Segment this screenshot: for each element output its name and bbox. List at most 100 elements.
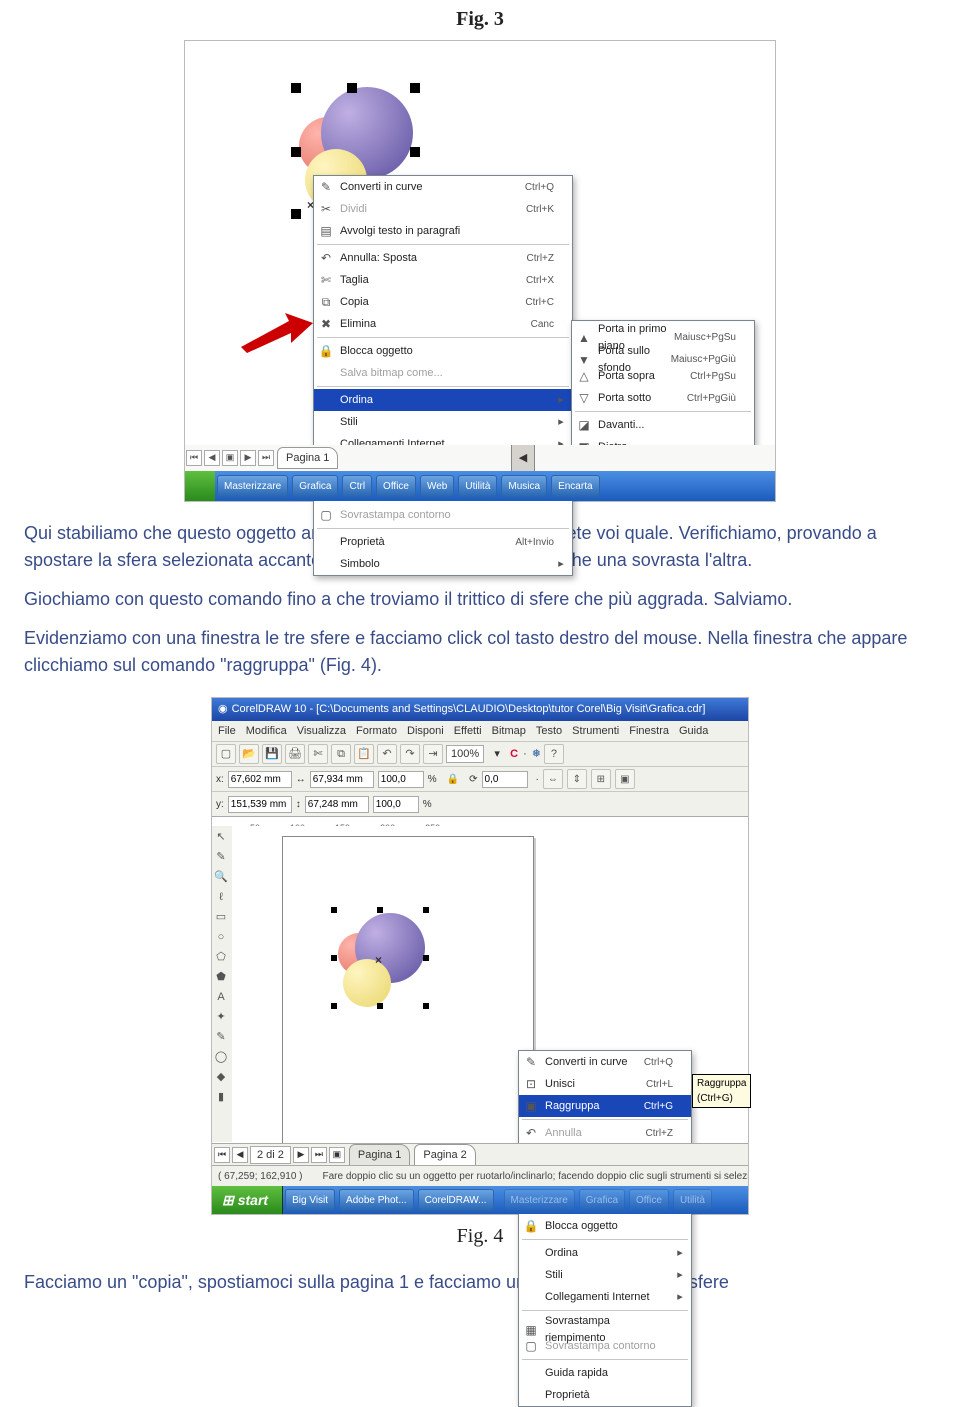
selection-handle[interactable] — [423, 955, 429, 961]
polygon-tool[interactable]: ⬠ — [212, 948, 230, 966]
start-button[interactable]: ⊞start — [212, 1186, 283, 1214]
menu-item[interactable]: △Porta sopraCtrl+PgSu — [572, 365, 754, 387]
menu-item[interactable]: ▦Sovrastampa riempimento — [519, 1313, 691, 1335]
page-tab-1[interactable]: Pagina 1 — [349, 1144, 410, 1166]
menu-item[interactable]: ↶Annulla: SpostaCtrl+Z — [314, 247, 572, 269]
taskbar-item[interactable]: Masterizzare — [504, 1189, 575, 1211]
basicshapes-tool[interactable]: ⬟ — [212, 968, 230, 986]
fill-tool[interactable]: ◆ — [212, 1068, 230, 1086]
menu-guida[interactable]: Guida — [679, 723, 708, 740]
menu-item[interactable]: Guida rapida — [519, 1362, 691, 1384]
hscroll-left[interactable]: ◀ — [511, 445, 535, 471]
taskbar-item[interactable]: Ctrl — [342, 475, 372, 497]
menu-item[interactable]: ▽Porta sottoCtrl+PgGiù — [572, 387, 754, 409]
blend-tool[interactable]: ✦ — [212, 1008, 230, 1026]
save-button[interactable]: 💾 — [262, 744, 282, 764]
menu-item[interactable]: ✄TagliaCtrl+X — [314, 269, 572, 291]
selection-handle[interactable] — [331, 907, 337, 913]
selection-handle[interactable] — [377, 1003, 383, 1009]
mirror-v-button[interactable]: ⇕ — [567, 769, 587, 789]
page-next-button[interactable]: ▶ — [240, 450, 256, 466]
menu-item[interactable]: ▲Porta in primo pianoMaiusc+PgSu — [572, 321, 754, 343]
undo-button[interactable]: ↶ — [377, 744, 397, 764]
menu-bitmap[interactable]: Bitmap — [492, 723, 526, 740]
taskbar-item[interactable]: Utilità — [673, 1189, 712, 1211]
taskbar-item[interactable]: Encarta — [551, 475, 599, 497]
ellipse-tool[interactable]: ○ — [212, 928, 230, 946]
page-last-button[interactable]: ⏭ — [258, 450, 274, 466]
paste-button[interactable]: 📋 — [354, 744, 374, 764]
page-first-button[interactable]: ⏮ — [186, 450, 202, 466]
menu-modifica[interactable]: Modifica — [246, 723, 287, 740]
prop-sx[interactable] — [378, 771, 424, 788]
prop-y[interactable] — [228, 796, 292, 813]
taskbar-item[interactable]: Adobe Phot... — [339, 1189, 414, 1211]
shape-tool[interactable]: ✎ — [212, 848, 230, 866]
selection-handle[interactable] — [410, 147, 420, 157]
page-add-button[interactable]: ▣ — [329, 1147, 345, 1163]
selection-handle[interactable] — [331, 1003, 337, 1009]
interactivefill-tool[interactable]: ▮ — [212, 1088, 230, 1106]
page-tab-1[interactable]: Pagina 1 — [277, 447, 338, 469]
menu-item[interactable]: ▤Avvolgi testo in paragrafi — [314, 220, 572, 242]
taskbar-item[interactable]: Musica — [501, 475, 547, 497]
menu-item[interactable]: Stili▸ — [314, 411, 572, 433]
menu-item[interactable]: ProprietàAlt+Invio — [314, 531, 572, 553]
selection-handle[interactable] — [423, 1003, 429, 1009]
page-next-button[interactable]: ▶ — [293, 1147, 309, 1163]
prop-ang[interactable] — [482, 771, 528, 788]
outline-tool[interactable]: ◯ — [212, 1048, 230, 1066]
context-menu-raggruppa[interactable]: ✎Converti in curveCtrl+Q⊡UnisciCtrl+L▣Ra… — [518, 1050, 692, 1407]
menu-item[interactable]: ⧉CopiaCtrl+C — [314, 291, 572, 313]
align-button[interactable]: ⊞ — [591, 769, 611, 789]
page-add-button[interactable]: ▣ — [222, 450, 238, 466]
eyedrop-tool[interactable]: ✎ — [212, 1028, 230, 1046]
page-first-button[interactable]: ⏮ — [214, 1147, 230, 1163]
selection-handle[interactable] — [377, 907, 383, 913]
page-prev-button[interactable]: ◀ — [204, 450, 220, 466]
menu-bar[interactable]: FileModificaVisualizzaFormatoDisponiEffe… — [212, 721, 748, 742]
taskbar-item[interactable]: Big Visit — [285, 1189, 335, 1211]
menu-formato[interactable]: Formato — [356, 723, 397, 740]
menu-item[interactable]: Simbolo▸ — [314, 553, 572, 575]
page-prev-button[interactable]: ◀ — [232, 1147, 248, 1163]
menu-item[interactable]: Collegamenti Internet▸ — [519, 1286, 691, 1308]
menu-item[interactable]: ✎Converti in curveCtrl+Q — [314, 176, 572, 198]
menu-testo[interactable]: Testo — [536, 723, 562, 740]
start-corner[interactable] — [185, 471, 215, 501]
menu-item[interactable]: ✖EliminaCanc — [314, 313, 572, 335]
toolbox[interactable]: ↖ ✎ 🔍 ℓ ▭ ○ ⬠ ⬟ A ✦ ✎ ◯ ◆ ▮ — [212, 826, 233, 1142]
selection-handle[interactable] — [347, 83, 357, 93]
selection-handle[interactable] — [291, 147, 301, 157]
prop-w[interactable] — [310, 771, 374, 788]
selection-handle[interactable] — [423, 907, 429, 913]
menu-item[interactable]: ▣RaggruppaCtrl+G — [519, 1095, 691, 1117]
mirror-h-button[interactable]: ⇔ — [543, 769, 563, 789]
page-last-button[interactable]: ⏭ — [311, 1147, 327, 1163]
prop-h[interactable] — [305, 796, 369, 813]
zoom-combo[interactable]: 100% — [446, 745, 484, 763]
rect-tool[interactable]: ▭ — [212, 908, 230, 926]
taskbar-item[interactable]: Office — [376, 475, 416, 497]
pick-tool[interactable]: ↖ — [212, 828, 230, 846]
selection-handle[interactable] — [291, 83, 301, 93]
freehand-tool[interactable]: ℓ — [212, 888, 230, 906]
group-button[interactable]: ▣ — [615, 769, 635, 789]
menu-visualizza[interactable]: Visualizza — [297, 723, 346, 740]
menu-item[interactable]: Proprietà — [519, 1384, 691, 1406]
context-menu-1[interactable]: ✎Converti in curveCtrl+Q✂DividiCtrl+K▤Av… — [313, 175, 573, 576]
taskbar-item[interactable]: Grafica — [292, 475, 338, 497]
menu-item[interactable]: 🔒Blocca oggetto — [519, 1215, 691, 1237]
zoom-tool[interactable]: 🔍 — [212, 868, 230, 886]
menu-finestra[interactable]: Finestra — [629, 723, 669, 740]
prop-sy[interactable] — [373, 796, 419, 813]
import-button[interactable]: ⇥ — [423, 744, 443, 764]
menu-item[interactable]: ✎Converti in curveCtrl+Q — [519, 1051, 691, 1073]
text-tool[interactable]: A — [212, 988, 230, 1006]
menu-item[interactable]: Ordina▸ — [314, 389, 572, 411]
taskbar-item[interactable]: CorelDRAW... — [418, 1189, 494, 1211]
menu-effetti[interactable]: Effetti — [454, 723, 482, 740]
open-button[interactable]: 📂 — [239, 744, 259, 764]
prop-x[interactable] — [228, 771, 292, 788]
menu-file[interactable]: File — [218, 723, 236, 740]
